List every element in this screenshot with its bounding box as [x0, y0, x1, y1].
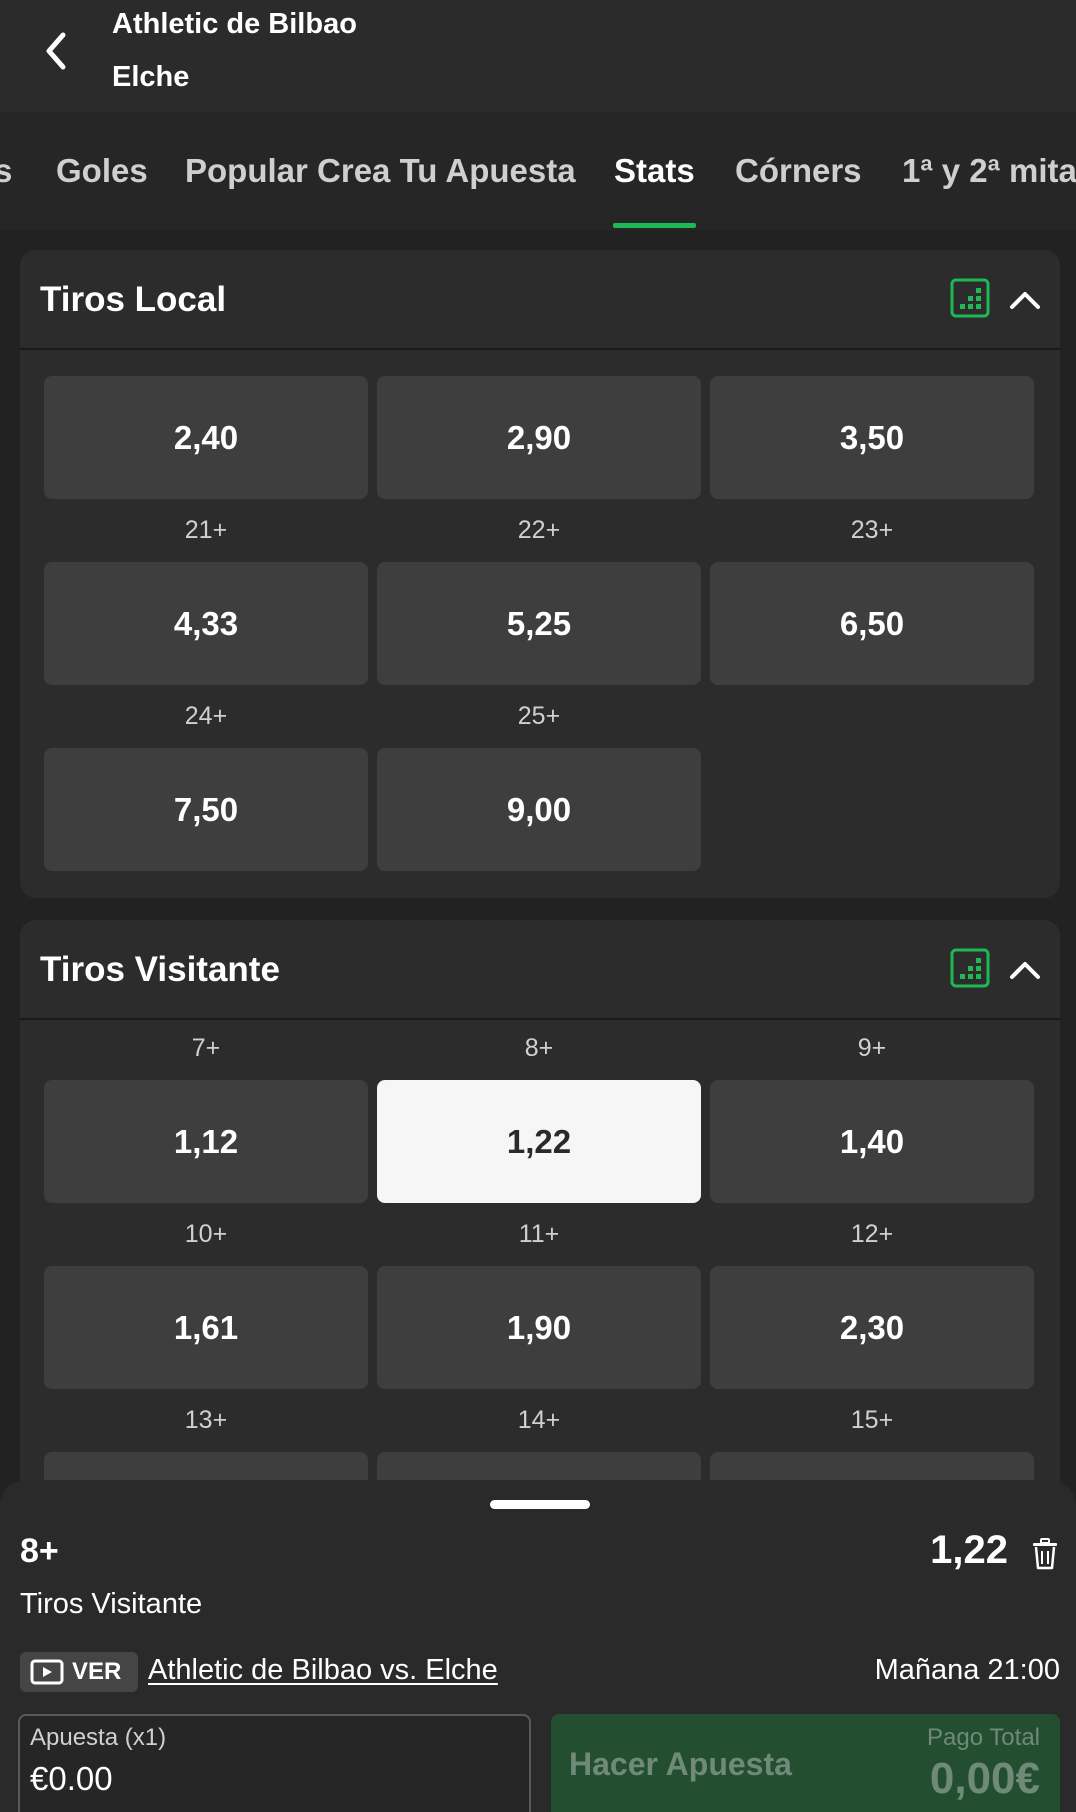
watch-button[interactable]: VER [20, 1652, 138, 1692]
tab-popular-crea-tu-apuesta[interactable]: Popular Crea Tu Apuesta [185, 152, 576, 190]
odds-label: 13+ [184, 1406, 228, 1434]
match-link[interactable]: Athletic de Bilbao vs. Elche [148, 1654, 498, 1687]
active-tab-indicator [613, 223, 696, 228]
odds-button[interactable]: 2,30 [710, 1266, 1034, 1389]
chevron-up-icon[interactable] [1005, 280, 1045, 320]
stake-input[interactable]: Apuesta (x1) €0.00 [18, 1714, 531, 1812]
odds-label: 9+ [857, 1034, 887, 1062]
tab-corners[interactable]: Córners [735, 152, 862, 190]
selection-label: 8+ [20, 1532, 59, 1570]
odds-label: 11+ [518, 1220, 560, 1248]
market-header[interactable]: Tiros Local [20, 250, 1060, 350]
odds-label: 22+ [517, 516, 561, 544]
odds-button[interactable]: 1,12 [44, 1080, 368, 1203]
match-time: Mañana 21:00 [874, 1654, 1060, 1686]
odds-button[interactable]: 1,40 [710, 1080, 1034, 1203]
odds-label: 8+ [524, 1034, 554, 1062]
market-title: Tiros Local [40, 280, 227, 319]
odds-label: 15+ [850, 1406, 894, 1434]
away-team-name: Elche [112, 61, 190, 93]
odds-button[interactable]: 9,00 [377, 748, 701, 871]
odds-label: 10+ [184, 1220, 228, 1248]
stats-icon[interactable] [950, 278, 990, 318]
odds-button[interactable]: 3,50 [710, 376, 1034, 499]
market-card-tiros-local: Tiros Local 2,40 2,90 3,50 21+ 22+ 23+ 4… [20, 250, 1060, 898]
odds-label: 25+ [517, 702, 561, 730]
odds-button[interactable]: 6,50 [710, 562, 1034, 685]
drag-handle[interactable] [490, 1500, 590, 1509]
place-bet-label: Hacer Apuesta [569, 1746, 792, 1782]
odds-label: 14+ [517, 1406, 561, 1434]
odds-label: 24+ [184, 702, 228, 730]
tab-stats[interactable]: Stats [614, 152, 695, 190]
odds-button[interactable]: 1,61 [44, 1266, 368, 1389]
play-icon [30, 1659, 64, 1685]
selection-market: Tiros Visitante [20, 1588, 203, 1620]
stats-icon[interactable] [950, 948, 990, 988]
odds-button-selected[interactable]: 1,22 [377, 1080, 701, 1203]
stake-label: Apuesta (x1) [30, 1724, 167, 1751]
odds-button[interactable]: 2,90 [377, 376, 701, 499]
place-bet-button[interactable]: Hacer Apuesta Pago Total 0,00€ [551, 1714, 1060, 1812]
payout-label: Pago Total [927, 1724, 1040, 1751]
home-team-name: Athletic de Bilbao [112, 8, 357, 40]
market-header[interactable]: Tiros Visitante [20, 920, 1060, 1020]
tab-goles[interactable]: Goles [56, 152, 148, 190]
market-title: Tiros Visitante [40, 950, 280, 989]
odds-label: 7+ [191, 1034, 221, 1062]
odds-button[interactable]: 2,40 [44, 376, 368, 499]
stake-value[interactable]: €0.00 [30, 1760, 113, 1798]
odds-label: 21+ [184, 516, 228, 544]
bet-slip: 8+ 1,22 Tiros Visitante VER Athletic de … [0, 1480, 1076, 1812]
watch-label: VER [72, 1658, 122, 1685]
tab-primera-segunda-mitad[interactable]: 1ª y 2ª mita [902, 152, 1076, 190]
market-tabs: s Goles Popular Crea Tu Apuesta Stats Có… [0, 112, 1076, 230]
match-header: Athletic de Bilbao Elche [0, 0, 1076, 112]
back-button[interactable] [36, 26, 76, 76]
chevron-left-icon [46, 32, 66, 70]
odds-button[interactable]: 5,25 [377, 562, 701, 685]
chevron-up-icon[interactable] [1005, 950, 1045, 990]
payout-value: 0,00€ [929, 1754, 1040, 1803]
market-card-tiros-visitante: Tiros Visitante 7+ 8+ 9+ 1,12 1,22 1,40 … [20, 920, 1060, 1520]
odds-button[interactable]: 1,90 [377, 1266, 701, 1389]
trash-icon[interactable] [1030, 1538, 1060, 1570]
tab-partial[interactable]: s [0, 152, 12, 190]
odds-button[interactable]: 4,33 [44, 562, 368, 685]
selection-odds: 1,22 [930, 1528, 1008, 1572]
odds-label: 12+ [850, 1220, 894, 1248]
odds-label: 23+ [850, 516, 894, 544]
odds-button[interactable]: 7,50 [44, 748, 368, 871]
